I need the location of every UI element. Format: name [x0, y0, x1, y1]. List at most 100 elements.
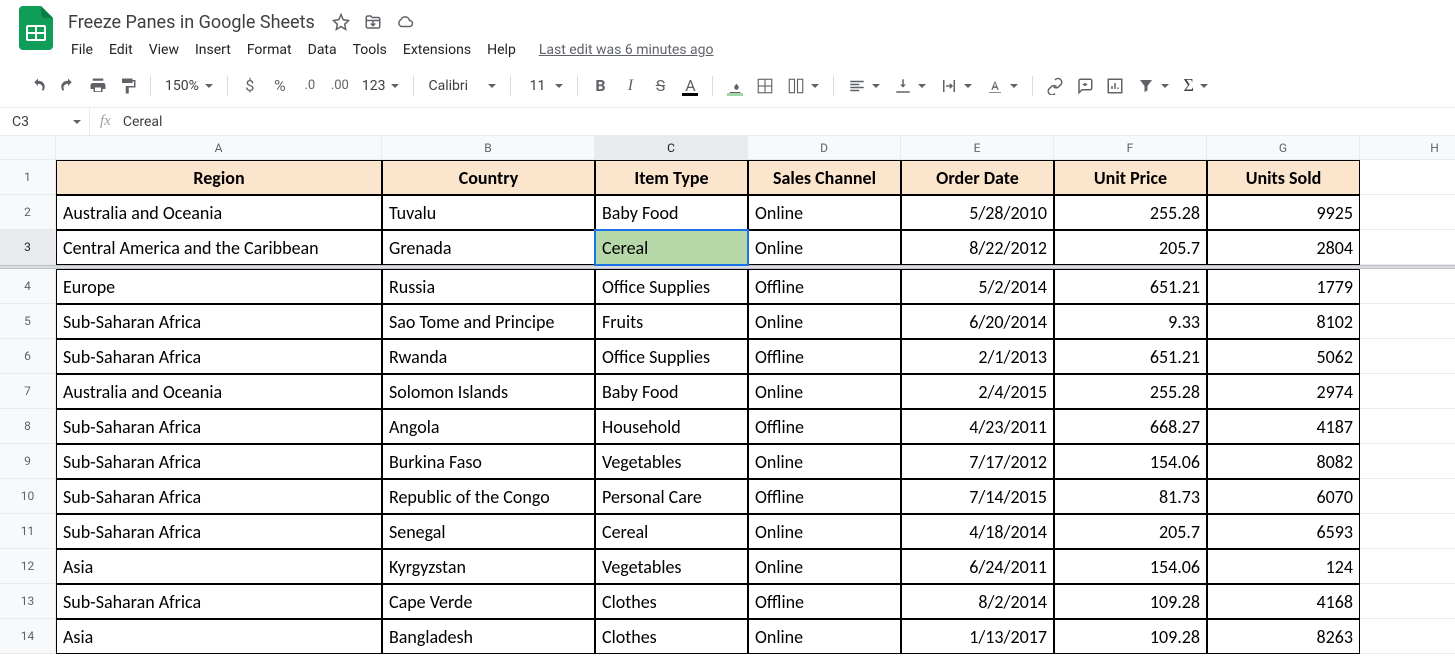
row-header-2[interactable]: 2	[0, 195, 56, 230]
cell-D3[interactable]: Online	[748, 230, 901, 265]
star-icon[interactable]	[331, 12, 351, 32]
cell-F4[interactable]: 651.21	[1054, 269, 1207, 304]
comment-button[interactable]	[1071, 72, 1099, 100]
cell-D10[interactable]: Offline	[748, 479, 901, 514]
currency-button[interactable]: $	[236, 72, 264, 100]
col-header-A[interactable]: A	[56, 136, 382, 160]
cell-B6[interactable]: Rwanda	[382, 339, 595, 374]
cell-D11[interactable]: Online	[748, 514, 901, 549]
cell-G6[interactable]: 5062	[1207, 339, 1360, 374]
cell-A8[interactable]: Sub-Saharan Africa	[56, 409, 382, 444]
cell-B3[interactable]: Grenada	[382, 230, 595, 265]
cell-C7[interactable]: Baby Food	[595, 374, 748, 409]
cell-H8[interactable]	[1360, 409, 1455, 444]
cell-C14[interactable]: Clothes	[595, 619, 748, 654]
cell-D4[interactable]: Offline	[748, 269, 901, 304]
cell-A4[interactable]: Europe	[56, 269, 382, 304]
cell-A12[interactable]: Asia	[56, 549, 382, 584]
cell-C6[interactable]: Office Supplies	[595, 339, 748, 374]
cell-A11[interactable]: Sub-Saharan Africa	[56, 514, 382, 549]
cell-C9[interactable]: Vegetables	[595, 444, 748, 479]
cell-F5[interactable]: 9.33	[1054, 304, 1207, 339]
cell-G1[interactable]: Units Sold	[1207, 160, 1360, 195]
cell-D1[interactable]: Sales Channel	[748, 160, 901, 195]
cell-G11[interactable]: 6593	[1207, 514, 1360, 549]
cell-E3[interactable]: 8/22/2012	[901, 230, 1054, 265]
undo-button[interactable]	[24, 72, 52, 100]
cell-G9[interactable]: 8082	[1207, 444, 1360, 479]
cell-E5[interactable]: 6/20/2014	[901, 304, 1054, 339]
row-header-4[interactable]: 4	[0, 269, 56, 304]
menu-data[interactable]: Data	[301, 38, 344, 62]
fill-color-button[interactable]	[721, 72, 749, 100]
cell-A13[interactable]: Sub-Saharan Africa	[56, 584, 382, 619]
cell-F6[interactable]: 651.21	[1054, 339, 1207, 374]
cell-B1[interactable]: Country	[382, 160, 595, 195]
cell-E6[interactable]: 2/1/2013	[901, 339, 1054, 374]
cell-F8[interactable]: 668.27	[1054, 409, 1207, 444]
row-header-8[interactable]: 8	[0, 409, 56, 444]
increase-decimal-button[interactable]: .00	[326, 72, 354, 100]
cell-H13[interactable]	[1360, 584, 1455, 619]
redo-button[interactable]	[54, 72, 82, 100]
cell-C1[interactable]: Item Type	[595, 160, 748, 195]
menu-file[interactable]: File	[64, 38, 100, 62]
cell-E12[interactable]: 6/24/2011	[901, 549, 1054, 584]
cell-C4[interactable]: Office Supplies	[595, 269, 748, 304]
cell-H6[interactable]	[1360, 339, 1455, 374]
row-header-9[interactable]: 9	[0, 444, 56, 479]
cell-C11[interactable]: Cereal	[595, 514, 748, 549]
formula-bar[interactable]: Cereal	[123, 114, 163, 130]
cell-D12[interactable]: Online	[748, 549, 901, 584]
cell-A3[interactable]: Central America and the Caribbean	[56, 230, 382, 265]
text-rotation-button[interactable]	[980, 72, 1024, 100]
cell-A6[interactable]: Sub-Saharan Africa	[56, 339, 382, 374]
cell-B13[interactable]: Cape Verde	[382, 584, 595, 619]
cell-G2[interactable]: 9925	[1207, 195, 1360, 230]
cell-H3[interactable]	[1360, 230, 1455, 265]
cell-G5[interactable]: 8102	[1207, 304, 1360, 339]
cell-B7[interactable]: Solomon Islands	[382, 374, 595, 409]
text-wrap-button[interactable]	[934, 72, 978, 100]
cell-B5[interactable]: Sao Tome and Principe	[382, 304, 595, 339]
name-box[interactable]: C3	[0, 108, 90, 135]
cell-F11[interactable]: 205.7	[1054, 514, 1207, 549]
cell-C2[interactable]: Baby Food	[595, 195, 748, 230]
cell-A9[interactable]: Sub-Saharan Africa	[56, 444, 382, 479]
col-header-E[interactable]: E	[901, 136, 1054, 160]
col-header-G[interactable]: G	[1207, 136, 1360, 160]
cell-F12[interactable]: 154.06	[1054, 549, 1207, 584]
cell-D2[interactable]: Online	[748, 195, 901, 230]
zoom-select[interactable]: 150%	[159, 72, 219, 100]
cell-H5[interactable]	[1360, 304, 1455, 339]
cell-B2[interactable]: Tuvalu	[382, 195, 595, 230]
cell-F7[interactable]: 255.28	[1054, 374, 1207, 409]
paint-format-button[interactable]	[114, 72, 142, 100]
cell-G8[interactable]: 4187	[1207, 409, 1360, 444]
menu-view[interactable]: View	[142, 38, 186, 62]
number-format-select[interactable]: 123	[356, 72, 406, 100]
cell-F13[interactable]: 109.28	[1054, 584, 1207, 619]
cell-A5[interactable]: Sub-Saharan Africa	[56, 304, 382, 339]
cell-D6[interactable]: Offline	[748, 339, 901, 374]
cell-C3[interactable]: Cereal	[595, 230, 748, 265]
col-header-H[interactable]: H	[1360, 136, 1455, 160]
font-size-select[interactable]: 11	[519, 72, 569, 100]
cell-D13[interactable]: Offline	[748, 584, 901, 619]
cell-E13[interactable]: 8/2/2014	[901, 584, 1054, 619]
menu-format[interactable]: Format	[240, 38, 299, 62]
cell-C10[interactable]: Personal Care	[595, 479, 748, 514]
cell-H9[interactable]	[1360, 444, 1455, 479]
cell-B14[interactable]: Bangladesh	[382, 619, 595, 654]
cell-C5[interactable]: Fruits	[595, 304, 748, 339]
move-icon[interactable]	[363, 12, 383, 32]
print-button[interactable]	[84, 72, 112, 100]
row-header-13[interactable]: 13	[0, 584, 56, 619]
cell-G7[interactable]: 2974	[1207, 374, 1360, 409]
cell-G4[interactable]: 1779	[1207, 269, 1360, 304]
cell-H1[interactable]	[1360, 160, 1455, 195]
percent-button[interactable]: %	[266, 72, 294, 100]
cell-G10[interactable]: 6070	[1207, 479, 1360, 514]
cell-E11[interactable]: 4/18/2014	[901, 514, 1054, 549]
cell-E7[interactable]: 2/4/2015	[901, 374, 1054, 409]
